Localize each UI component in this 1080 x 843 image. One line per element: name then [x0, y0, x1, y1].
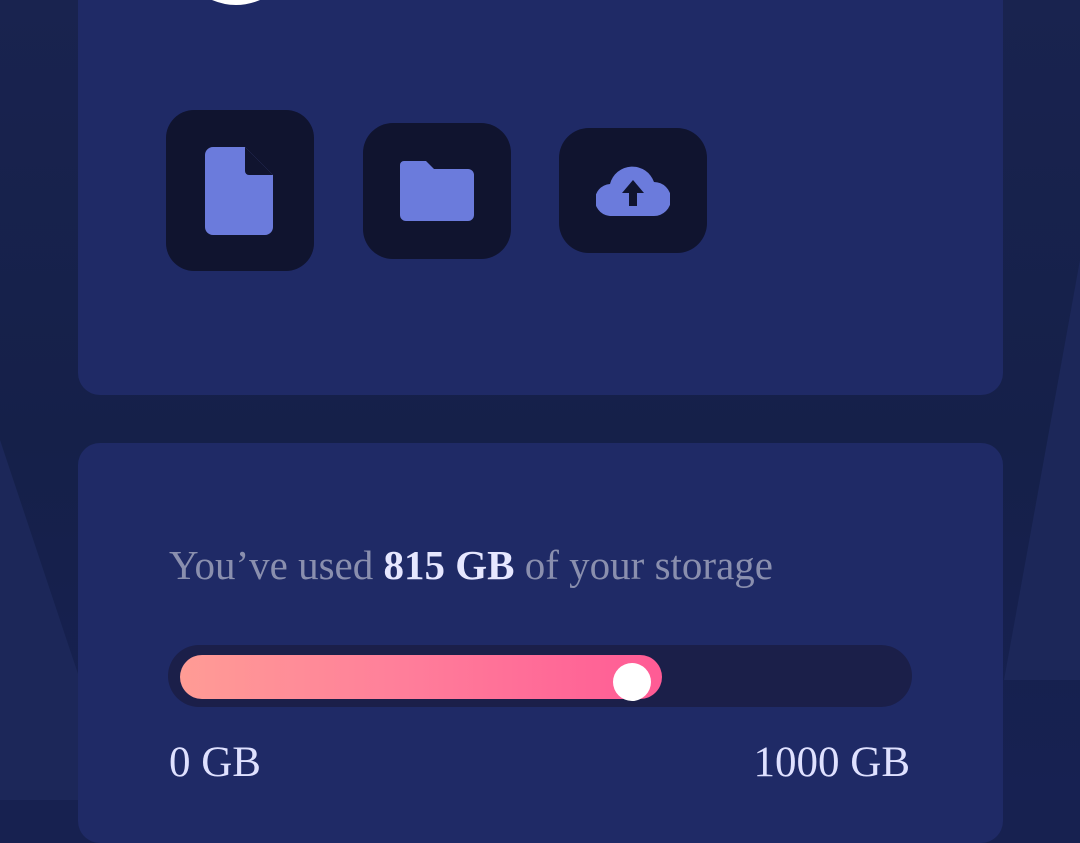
background-shape-right — [1004, 260, 1080, 680]
storage-min-label: 0 GB — [169, 739, 261, 786]
logo-fragment — [212, 0, 260, 5]
storage-progress-fill — [180, 655, 662, 701]
document-icon — [205, 146, 273, 235]
storage-max-label: 1000 GB — [753, 739, 910, 786]
upload-button[interactable] — [559, 128, 707, 253]
storage-usage-suffix: of your storage — [514, 542, 773, 588]
storage-usage-prefix: You’ve used — [169, 542, 384, 588]
folder-icon — [400, 161, 474, 221]
cloud-upload-icon — [596, 166, 670, 216]
storage-used-value: 815 GB — [383, 542, 515, 588]
document-button[interactable] — [166, 110, 314, 271]
folder-button[interactable] — [363, 123, 511, 259]
storage-progress-track — [168, 645, 912, 707]
storage-usage-text: You’ve used 815 GB of your storage — [169, 541, 773, 589]
storage-progress-knob[interactable] — [613, 663, 651, 701]
